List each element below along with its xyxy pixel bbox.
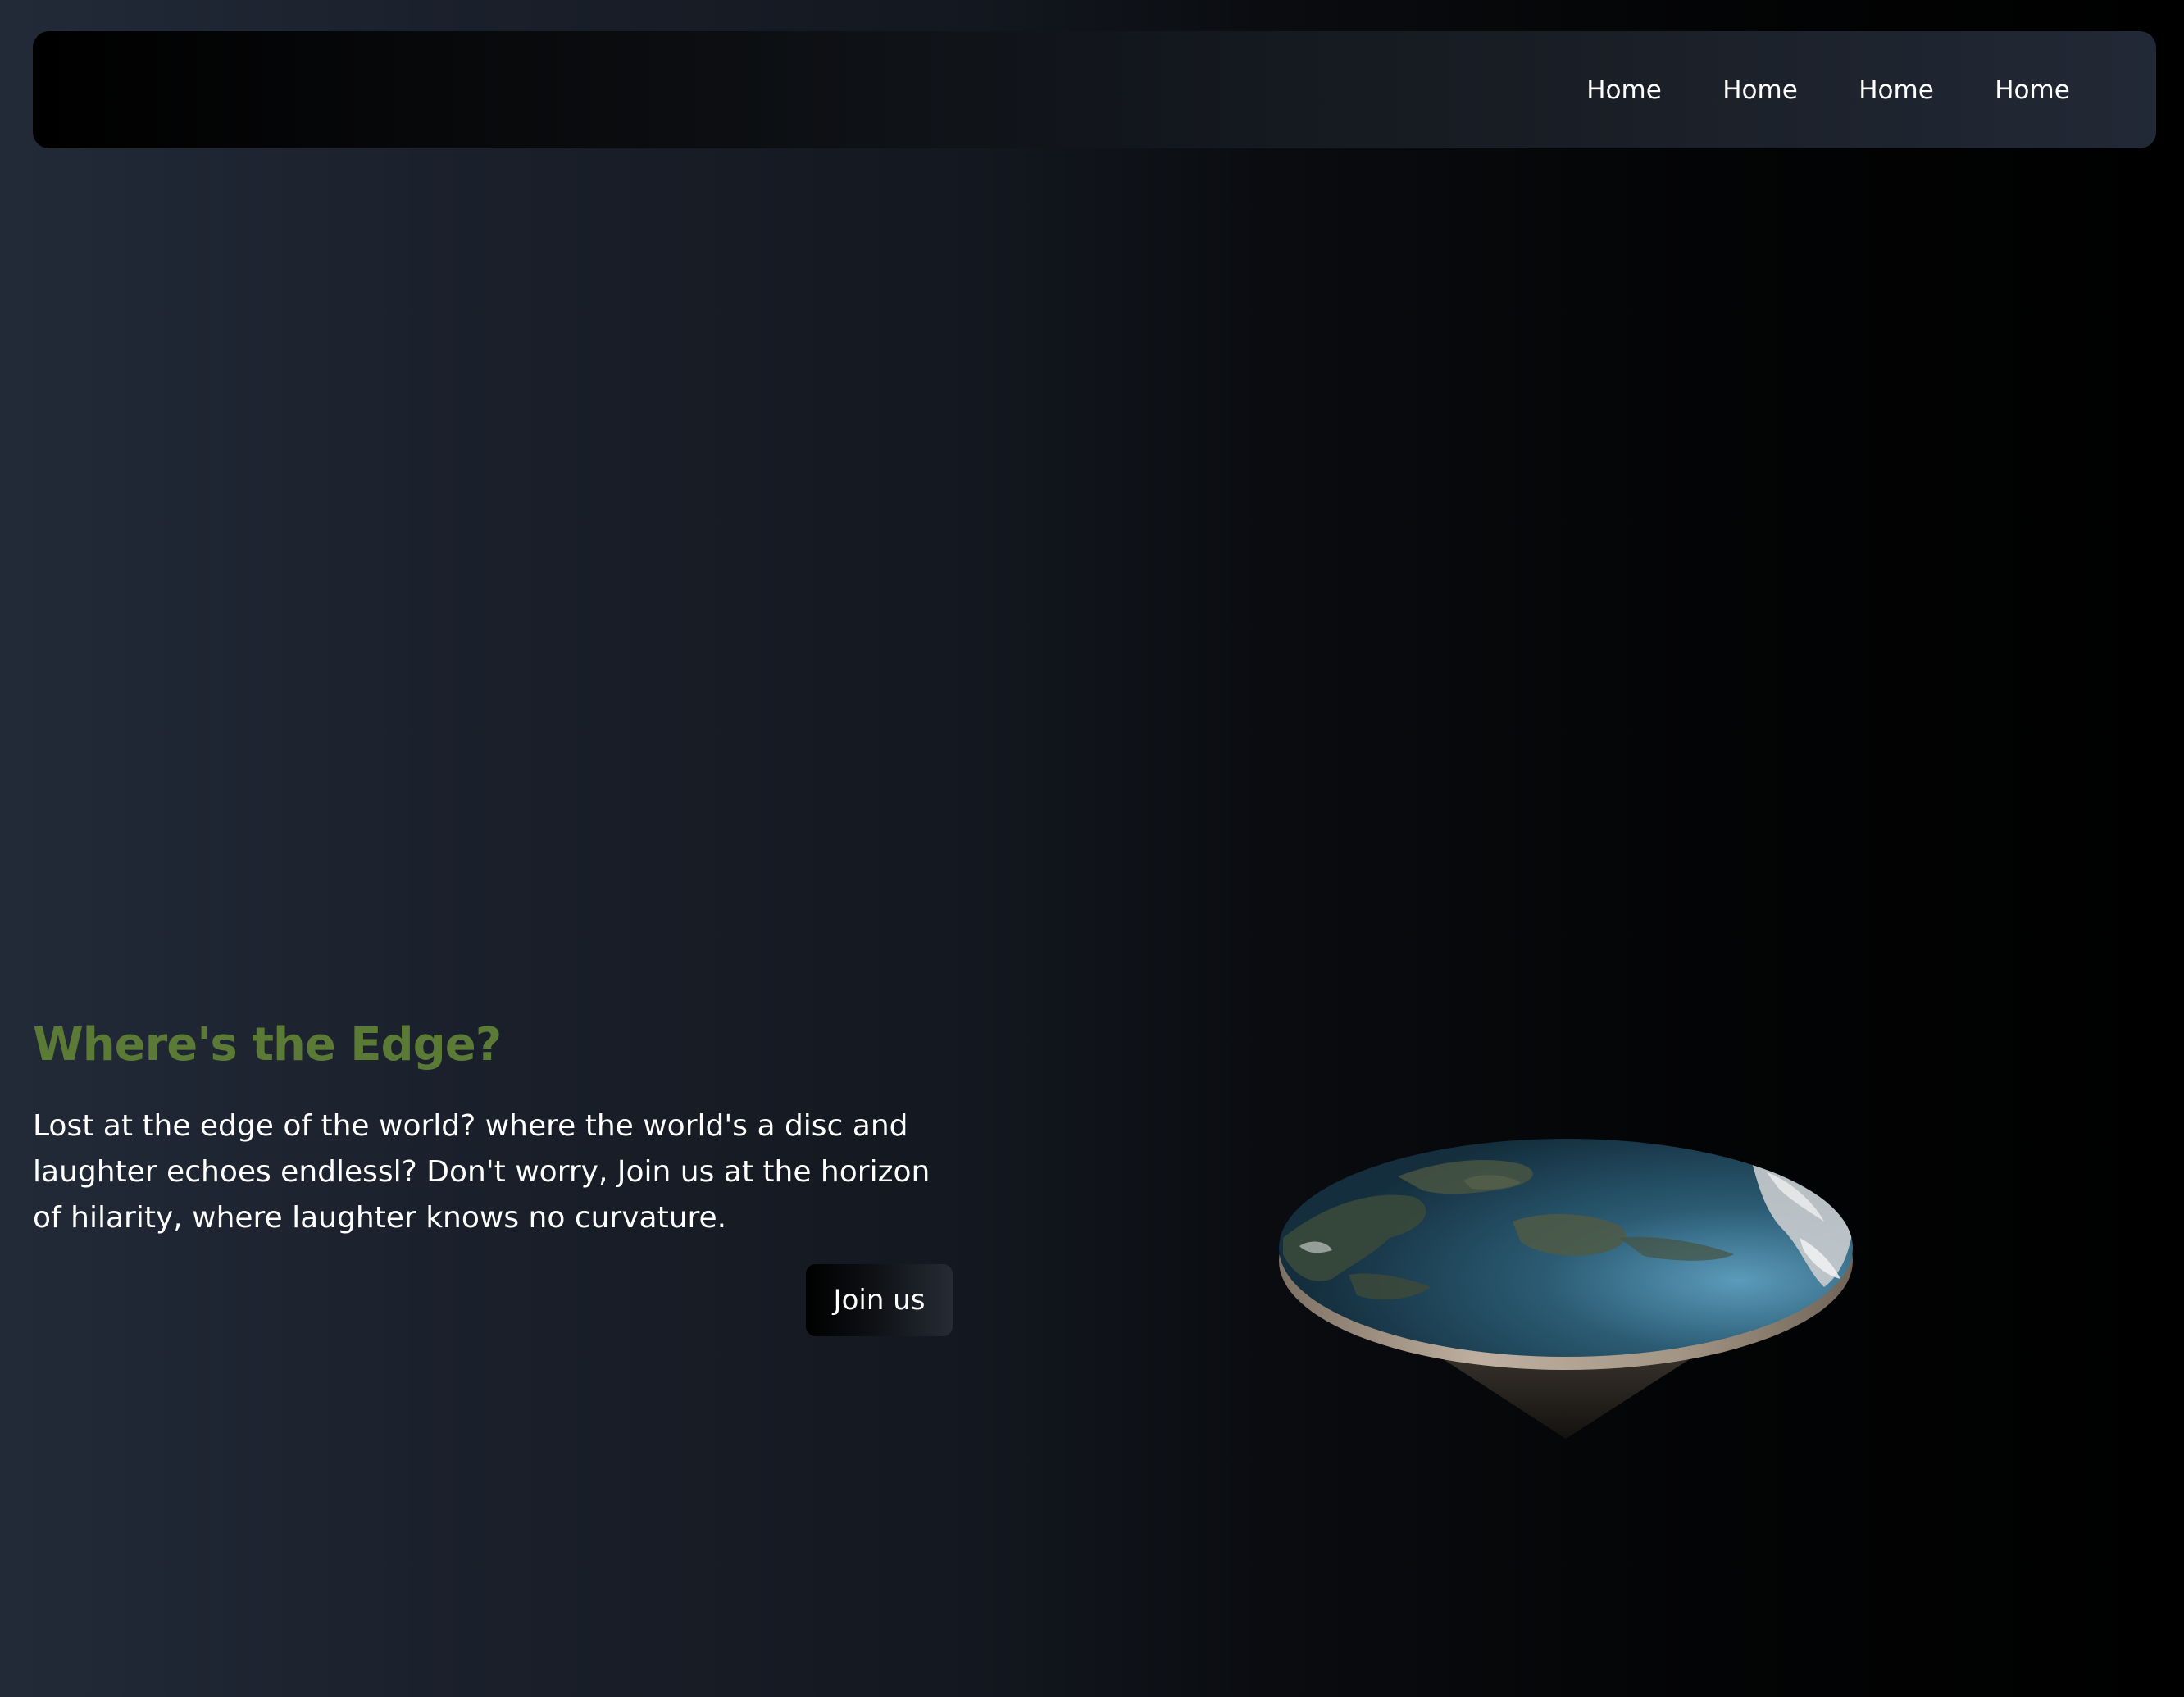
- nav-link-home-1[interactable]: Home: [1556, 75, 1692, 105]
- nav-links: Home Home Home Home: [1556, 31, 2100, 148]
- hero-title: Where's the Edge?: [33, 1018, 502, 1071]
- join-us-button[interactable]: Join us: [806, 1264, 953, 1336]
- flat-earth-disc-illustration: [1279, 1139, 1853, 1439]
- top-navbar: Home Home Home Home: [33, 31, 2156, 148]
- nav-link-home-3[interactable]: Home: [1828, 75, 1964, 105]
- flat-earth-image: [1275, 1131, 1857, 1443]
- hero-description: Lost at the edge of the world? where the…: [33, 1109, 930, 1235]
- nav-link-home-2[interactable]: Home: [1692, 75, 1828, 105]
- nav-link-home-4[interactable]: Home: [1964, 75, 2100, 105]
- hero-section: Where's the Edge? Lost at the edge of th…: [33, 1013, 959, 1241]
